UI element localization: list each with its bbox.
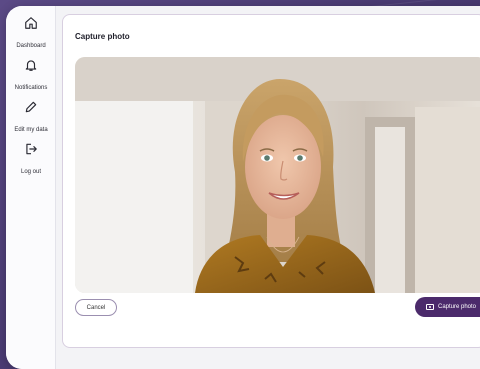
sidebar-item-log-out[interactable]: Log out <box>6 142 56 178</box>
bell-icon <box>25 60 37 71</box>
sidebar-item-notifications[interactable]: Notifications <box>6 58 56 94</box>
pencil-icon <box>25 101 37 113</box>
sidebar-item-dashboard[interactable]: Dashboard <box>6 16 56 52</box>
sidebar-item-label: Edit my data <box>14 127 48 133</box>
cancel-button[interactable]: Cancel <box>75 299 117 316</box>
capture-photo-card: Capture photo Cancel Capture photo <box>62 14 480 348</box>
sidebar-item-label: Notifications <box>14 85 48 91</box>
camera-preview-image <box>75 57 480 293</box>
home-icon <box>25 17 37 29</box>
camera-icon <box>425 304 434 310</box>
capture-photo-button[interactable]: Capture photo <box>415 297 480 317</box>
sidebar-item-edit-my-data[interactable]: Edit my data <box>6 100 56 136</box>
sidebar: Dashboard Notifications Edit my data Log… <box>6 6 56 369</box>
sidebar-item-label: Log out <box>20 169 42 175</box>
app-window: Dashboard Notifications Edit my data Log… <box>6 6 480 369</box>
sidebar-item-label: Dashboard <box>16 43 46 49</box>
camera-preview <box>75 57 480 293</box>
capture-photo-button-label: Capture photo <box>437 304 477 310</box>
logout-icon <box>26 143 37 155</box>
page-title: Capture photo <box>75 32 130 41</box>
